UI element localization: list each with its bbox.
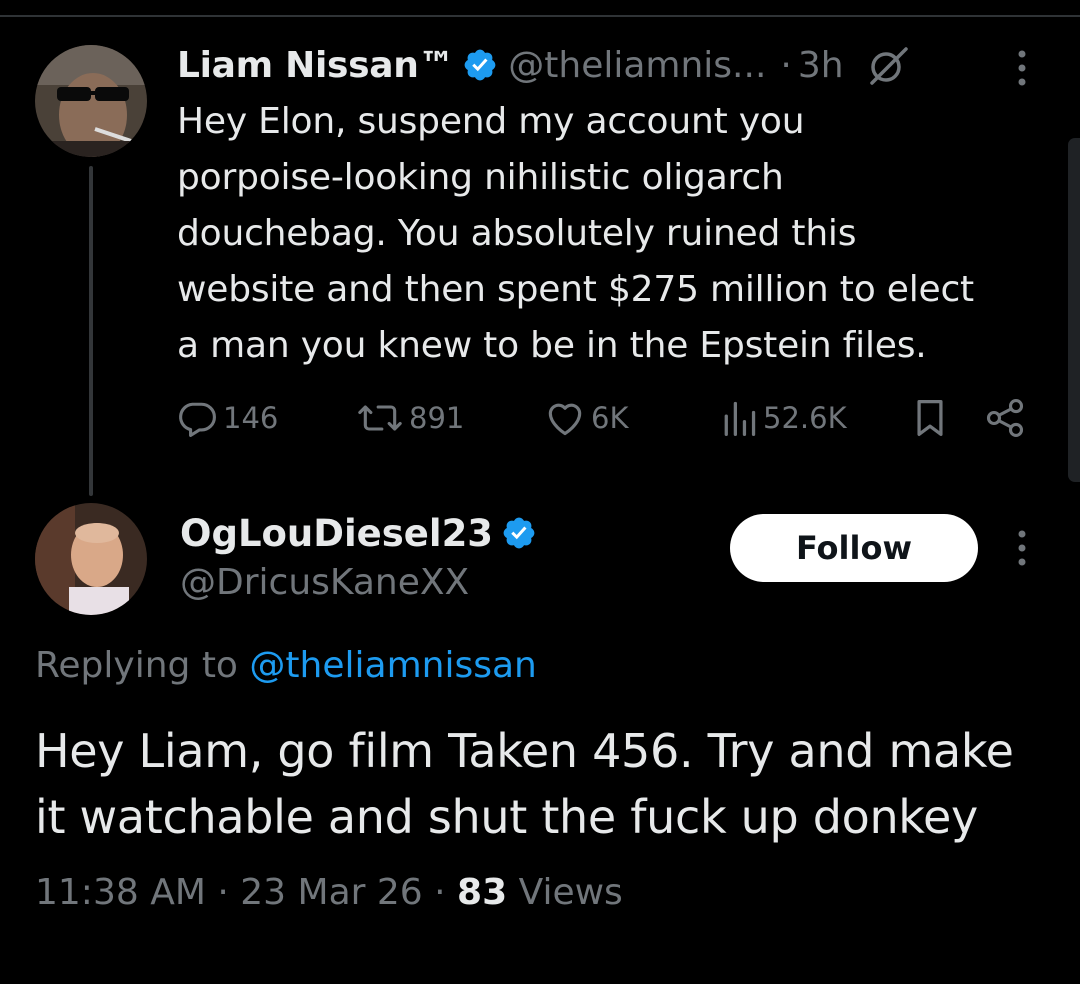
separator-dot: · (780, 44, 792, 86)
reply-meta: 11:38 AM · 23 Mar 26 · 83 Views (35, 872, 623, 913)
retweet-button[interactable]: 891 (355, 392, 464, 444)
reply-text-line: it watchable and shut the fuck up donkey (35, 790, 978, 844)
handle[interactable]: @DricusKaneXX (180, 558, 537, 608)
scrollbar[interactable] (1068, 138, 1080, 482)
views-count: 52.6K (763, 401, 847, 435)
reply-icon (175, 396, 219, 440)
views-label: Views (518, 872, 623, 913)
reply-author-block: OgLouDiesel23 @DricusKaneXX (180, 508, 537, 608)
top-divider (0, 15, 1080, 17)
avatar-ogloudiesel[interactable] (35, 503, 147, 615)
verified-badge-icon (462, 47, 498, 83)
verified-badge-icon (501, 515, 537, 551)
like-count: 6K (591, 401, 629, 435)
retweet-icon (355, 396, 405, 440)
tweet-text-line: porpoise-looking nihilistic oligarch (177, 157, 784, 198)
tweet-text-line: Hey Elon, suspend my account you (177, 101, 805, 142)
timestamp[interactable]: 3h (798, 45, 844, 86)
retweet-count: 891 (409, 401, 465, 435)
bookmark-icon (910, 396, 950, 440)
reply-count: 146 (223, 401, 279, 435)
tweet-text: Hey Elon, suspend my account you porpois… (177, 94, 1057, 374)
reply-button[interactable]: 146 (175, 392, 278, 444)
like-button[interactable]: 6K (543, 392, 628, 444)
share-button[interactable] (983, 392, 1027, 444)
tweet-text-line: a man you knew to be in the Epstein file… (177, 325, 927, 366)
tweet-header: Liam Nissan™ @theliamnis... · 3h (177, 40, 910, 90)
replying-to-mention-link[interactable]: @theliamnissan (249, 645, 536, 686)
display-name[interactable]: Liam Nissan™ (177, 45, 455, 86)
reply-text-line: Hey Liam, go film Taken 456. Try and mak… (35, 724, 1014, 778)
share-icon (983, 396, 1027, 440)
handle[interactable]: @theliamnis... (508, 45, 766, 86)
post-time[interactable]: 11:38 AM (35, 872, 206, 913)
more-options-icon[interactable] (1016, 48, 1028, 88)
reply-name-row: OgLouDiesel23 (180, 508, 537, 558)
like-icon (543, 396, 587, 440)
tweet-actions-bar: 146 891 6K 52.6K (175, 392, 1035, 444)
more-options-icon[interactable] (1016, 528, 1028, 568)
bookmark-button[interactable] (910, 392, 950, 444)
display-name[interactable]: OgLouDiesel23 (180, 512, 493, 555)
views-count[interactable]: 83 (457, 872, 507, 913)
avatar-liam[interactable] (35, 45, 147, 157)
replying-to: Replying to @theliamnissan (35, 645, 537, 686)
meta-separator: · (217, 872, 229, 913)
thread-connector-line (89, 166, 93, 496)
replying-to-label: Replying to (35, 645, 238, 686)
views-icon (719, 396, 759, 440)
meta-separator: · (434, 872, 446, 913)
tweet-text-line: douchebag. You absolutely ruined this (177, 213, 857, 254)
grok-icon[interactable] (866, 43, 910, 87)
views-button[interactable]: 52.6K (719, 392, 847, 444)
reply-text: Hey Liam, go film Taken 456. Try and mak… (35, 718, 1055, 850)
follow-button[interactable]: Follow (730, 514, 978, 582)
post-date[interactable]: 23 Mar 26 (240, 872, 422, 913)
tweet-text-line: website and then spent $275 million to e… (177, 269, 974, 310)
